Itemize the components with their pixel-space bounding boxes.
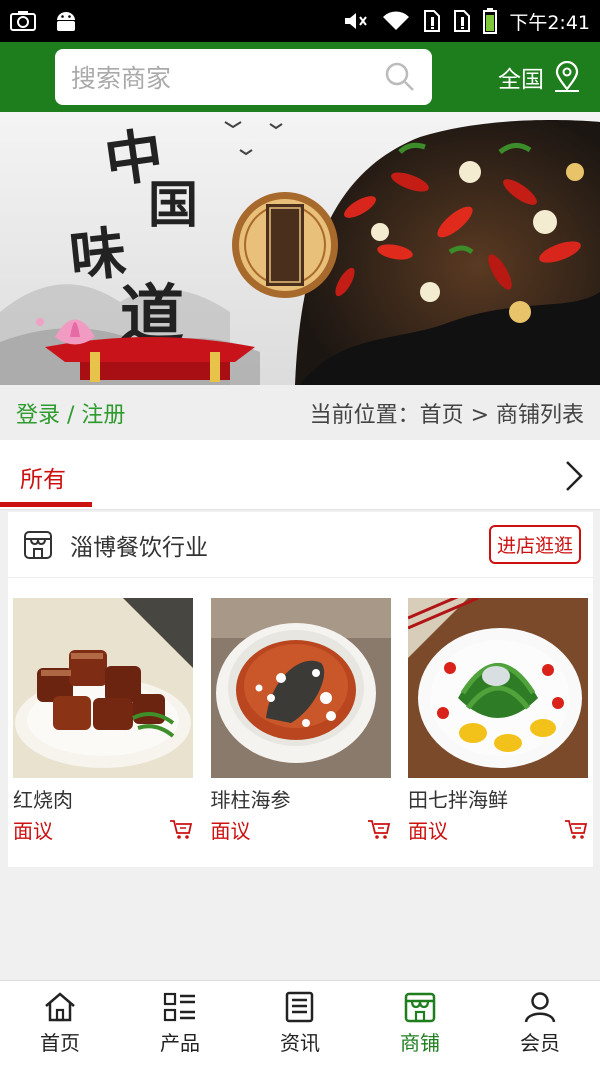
region-selector[interactable]: 全国 [498,60,582,94]
clock: 下午2:41 [509,11,590,34]
cart-icon[interactable] [564,819,588,841]
product-name: 琲柱海参 [210,788,291,812]
nav-item-products[interactable]: 产品 [120,981,240,1067]
search-input[interactable]: 搜索商家 [55,49,432,105]
shop-name[interactable]: 淄博餐饮行业 [70,528,208,562]
bottom-nav: 首页 产品 资讯 商铺 会员 [0,980,600,1067]
nav-label: 首页 [40,1031,80,1055]
region-label: 全国 [498,67,544,93]
category-tabs: 所有 [0,440,600,510]
product-card[interactable]: 琲柱海参 面议 [210,598,391,844]
status-bar: 下午2:41 [0,0,600,42]
nav-label: 资讯 [280,1031,320,1055]
home-icon [45,992,75,1022]
search-placeholder: 搜索商家 [71,64,172,93]
user-icon [524,992,556,1023]
cart-icon[interactable] [367,819,391,841]
header: 搜索商家 全国 [0,42,600,112]
nav-label: 会员 [520,1031,560,1055]
search-icon[interactable] [384,61,416,93]
shop-card: 淄博餐饮行业 进店逛逛 红烧肉 面议 琲柱海参 面议 田七拌海鲜 面议 [8,512,593,867]
product-price-row: 面议 [211,815,391,844]
product-price-row: 面议 [13,815,193,844]
news-icon [285,991,314,1023]
product-name: 红烧肉 [13,788,73,812]
tab-active-indicator [0,502,92,507]
cart-icon[interactable] [169,819,193,841]
wifi-icon [383,11,410,30]
chevron-right-icon[interactable] [562,458,586,494]
nav-label: 商铺 [400,1031,440,1055]
nav-label: 产品 [160,1031,200,1055]
product-price: 面议 [210,819,251,843]
product-card[interactable]: 田七拌海鲜 面议 [408,598,588,844]
svg-text:国: 国 [148,175,198,234]
product-list: 红烧肉 面议 琲柱海参 面议 田七拌海鲜 面议 [13,598,588,844]
store-icon [24,530,52,559]
product-price-row: 面议 [408,815,588,844]
visit-store-button[interactable]: 进店逛逛 [488,525,581,564]
product-name: 田七拌海鲜 [408,788,508,812]
product-image[interactable] [210,598,391,778]
promo-banner[interactable]: 中 国 味 道 [0,112,600,385]
product-image[interactable] [13,598,193,778]
nav-item-home[interactable]: 首页 [0,981,120,1067]
screenshot-icon [10,11,36,31]
mute-icon [345,13,368,29]
store-icon [404,992,436,1023]
nav-item-member[interactable]: 会员 [480,981,600,1067]
nav-item-stores[interactable]: 商铺 [360,981,480,1067]
product-price: 面议 [408,819,448,843]
login-register-link[interactable]: 登录 / 注册 [16,397,125,429]
product-card[interactable]: 红烧肉 面议 [13,598,193,844]
list-icon [163,992,195,1022]
sim-card-icon [424,10,441,32]
android-icon [57,12,75,31]
breadcrumb-bar: 登录 / 注册 当前位置：首页 > 商铺列表 [0,385,600,440]
location-pin-icon [555,61,579,92]
product-image[interactable] [408,598,588,778]
nav-item-news[interactable]: 资讯 [240,981,360,1067]
battery-icon [483,8,498,34]
product-price: 面议 [13,819,53,843]
tab-all[interactable]: 所有 [20,460,66,494]
shop-header: 淄博餐饮行业 进店逛逛 [8,512,593,578]
breadcrumb: 当前位置：首页 > 商铺列表 [309,402,584,428]
banner-image: 中 国 味 道 [0,112,600,385]
sim-card-icon [454,10,471,32]
